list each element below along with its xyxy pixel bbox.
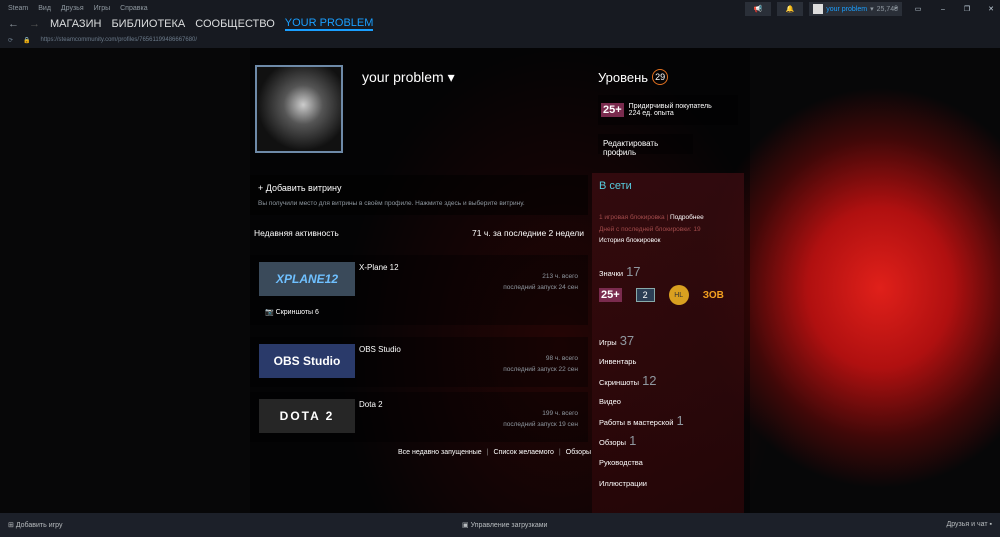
sidebar-item-workshop[interactable]: Работы в мастерской 1 <box>599 413 684 428</box>
game-logo[interactable]: XPLANE12 <box>259 262 355 296</box>
all-recent-link[interactable]: Все недавно запущенные <box>398 449 482 456</box>
url-text[interactable]: https://steamcommunity.com/profiles/7656… <box>41 37 198 44</box>
level: Уровень 29 <box>598 69 669 85</box>
profile-avatar <box>255 65 343 153</box>
bell-icon[interactable]: 🔔 <box>777 2 804 16</box>
lock-icon: 🔒 <box>23 38 31 44</box>
showcase-desc: Вы получили место для витрины в своём пр… <box>258 200 525 207</box>
camera-icon: 📷 <box>265 309 274 316</box>
level-badge: 29 <box>652 69 669 85</box>
game-name[interactable]: OBS Studio <box>359 345 401 354</box>
add-game-button[interactable]: ⊞ Добавить игру <box>8 521 63 529</box>
chat-icon: ▪ <box>989 521 992 528</box>
add-showcase[interactable]: + Добавить витрину Вы получили место для… <box>250 175 588 215</box>
online-status: В сети <box>599 180 632 192</box>
monitor-icon[interactable]: ▭ <box>908 5 928 13</box>
friends-chat-button[interactable]: Друзья и чат ▪ <box>946 521 992 528</box>
nav-library[interactable]: БИБЛИОТЕКА <box>111 18 185 30</box>
recent-activity-header: Недавняя активность 71 ч. за последние 2 … <box>254 228 584 238</box>
game-row[interactable]: OBS Studio OBS Studio 98 ч. всего последн… <box>250 337 588 387</box>
reload-icon[interactable]: ⟳ <box>8 37 13 44</box>
screenshots-link[interactable]: 📷 Скриншоты 6 <box>265 308 319 316</box>
reviews-link[interactable]: Обзоры <box>566 449 591 456</box>
menu-bar: Steam Вид Друзья Игры Справка <box>8 5 148 12</box>
account-name: your problem <box>826 5 868 13</box>
menu-help[interactable]: Справка <box>120 5 147 12</box>
menu-friends[interactable]: Друзья <box>61 5 84 12</box>
downloads-button[interactable]: ▣ Управление загрузками <box>462 521 547 529</box>
wishlist-link[interactable]: Список желаемого <box>493 449 553 456</box>
url-bar: ⟳ 🔒 https://steamcommunity.com/profiles/… <box>8 37 197 44</box>
megaphone-icon[interactable]: 📢 <box>745 2 772 16</box>
ban-history-link[interactable]: История блокировок <box>599 237 660 244</box>
game-logo[interactable]: DOTA 2 <box>259 399 355 433</box>
menu-steam[interactable]: Steam <box>8 5 28 12</box>
close-icon[interactable]: ✕ <box>982 5 1000 13</box>
maximize-icon[interactable]: ❐ <box>958 5 976 13</box>
activity-links: Все недавно запущенные | Список желаемого… <box>398 449 591 456</box>
badge-icon[interactable]: HL <box>668 285 689 305</box>
bottom-bar: ⊞ Добавить игру ▣ Управление загрузками … <box>0 513 1000 537</box>
edit-profile-button[interactable]: Редактировать профиль <box>598 134 693 157</box>
main-nav: ← → МАГАЗИН БИБЛИОТЕКА СООБЩЕСТВО YOUR P… <box>8 17 374 31</box>
sidebar-item-videos[interactable]: Видео <box>599 397 621 406</box>
badges-link[interactable]: Значки 17 <box>599 264 641 279</box>
showcase-title: + Добавить витрину <box>258 183 342 193</box>
sidebar-item-artwork[interactable]: Иллюстрации <box>599 479 647 488</box>
avatar <box>813 4 824 14</box>
sidebar-item-screenshots[interactable]: Скриншоты 12 <box>599 373 657 388</box>
badge-icon[interactable]: ЗОВ <box>703 290 724 301</box>
game-row[interactable]: DOTA 2 Dota 2 199 ч. всего последний запу… <box>250 392 588 442</box>
badge-icon[interactable]: 2 <box>635 288 655 302</box>
badge-icon[interactable]: 25+ <box>599 288 622 302</box>
forward-icon[interactable]: → <box>29 18 40 30</box>
nav-profile[interactable]: YOUR PROBLEM <box>284 17 374 31</box>
nav-community[interactable]: СООБЩЕСТВО <box>195 18 275 30</box>
game-logo[interactable]: OBS Studio <box>259 344 355 378</box>
menu-games[interactable]: Игры <box>94 5 111 12</box>
profile-name[interactable]: your problem ▾ <box>362 69 455 86</box>
sidebar-item-reviews[interactable]: Обзоры 1 <box>599 433 636 448</box>
minimize-icon[interactable]: – <box>934 6 952 13</box>
sidebar-item-games[interactable]: Игры 37 <box>599 333 634 348</box>
sidebar-item-inventory[interactable]: Инвентарь <box>599 357 636 366</box>
wallet-balance: 25,74₴ <box>876 5 898 13</box>
nav-store[interactable]: МАГАЗИН <box>50 18 101 30</box>
title-bar: Steam Вид Друзья Игры Справка ← → МАГАЗИ… <box>0 0 1000 48</box>
ban-info: 1 игровая блокировка | Подробнее Дней с … <box>599 214 704 244</box>
download-icon: ▣ <box>462 522 469 529</box>
game-name[interactable]: Dota 2 <box>359 400 383 409</box>
badge-list: 25+ 2 HL ЗОВ <box>599 285 724 305</box>
sidebar-item-guides[interactable]: Руководства <box>599 458 643 467</box>
ban-details-link[interactable]: Подробнее <box>670 214 704 221</box>
window-controls: 📢 🔔 your problem ▾ 25,74₴ ▭ – ❐ ✕ <box>745 2 1000 16</box>
game-name[interactable]: X-Plane 12 <box>359 263 399 272</box>
back-icon[interactable]: ← <box>8 18 19 30</box>
featured-badge[interactable]: 25+ Придирчивый покупатель 224 ед. опыта <box>598 95 738 125</box>
plus-icon: ⊞ <box>8 522 14 529</box>
menu-view[interactable]: Вид <box>38 5 51 12</box>
account-menu[interactable]: your problem ▾ 25,74₴ <box>809 2 902 16</box>
